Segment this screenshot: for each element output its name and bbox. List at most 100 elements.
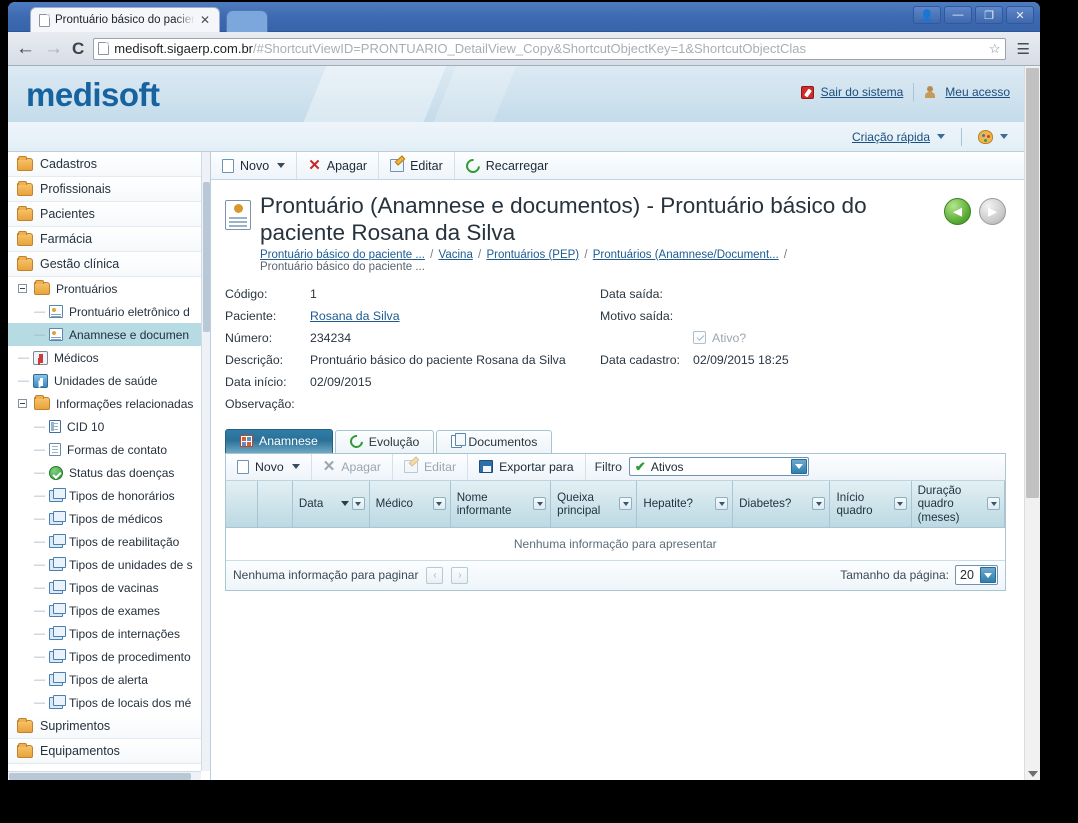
restore-button[interactable]: ❐ xyxy=(975,6,1003,24)
field-value[interactable]: Rosana da Silva xyxy=(310,309,400,323)
filter-select[interactable]: ✔ Ativos xyxy=(628,457,809,477)
sort-descending-icon[interactable] xyxy=(340,501,349,507)
logout-label[interactable]: Sair do sistema xyxy=(821,85,904,99)
column-header-queixa-principal[interactable]: Queixa principal xyxy=(550,480,638,528)
sidebar-item-tipos-de-unidades-de-s[interactable]: — Tipos de unidades de s xyxy=(8,553,201,576)
previous-record-button[interactable]: ◄ xyxy=(944,198,971,225)
breadcrumb-link[interactable]: Prontuário básico do paciente ... xyxy=(260,249,425,261)
column-menu-icon[interactable] xyxy=(533,497,547,511)
next-record-button[interactable]: ► xyxy=(979,198,1006,225)
chevron-down-icon[interactable] xyxy=(277,163,286,168)
delete-button[interactable]: ✕ Apagar xyxy=(297,152,380,179)
quick-create-menu[interactable]: Criação rápida xyxy=(852,130,945,144)
sidebar-item-profissionais[interactable]: Profissionais xyxy=(8,177,201,202)
column-menu-icon[interactable] xyxy=(432,497,446,511)
my-access-link[interactable]: Meu acesso xyxy=(924,85,1010,99)
scroll-down-icon[interactable] xyxy=(1028,771,1038,777)
sidebar-item-gest-o-cl-nica[interactable]: Gestão clínica xyxy=(8,252,201,277)
sidebar-item-tipos-de-interna-es[interactable]: — Tipos de internações xyxy=(8,622,201,645)
column-menu-icon[interactable] xyxy=(987,497,1000,511)
column-header-nome-informante[interactable]: Nome informante xyxy=(450,480,552,528)
chevron-down-icon[interactable] xyxy=(291,464,300,470)
column-header-hepatite[interactable]: Hepatite? xyxy=(636,480,734,528)
export-button[interactable]: Exportar para xyxy=(468,453,586,480)
breadcrumb-link[interactable]: Prontuários (Anamnese/Document... xyxy=(593,249,779,261)
close-icon[interactable]: ✕ xyxy=(200,14,210,26)
sidebar-item-tipos-de-locais-dos-m[interactable]: — Tipos de locais dos mé xyxy=(8,691,201,714)
page-scrollbar[interactable] xyxy=(1024,66,1040,780)
sidebar-vertical-scrollbar[interactable] xyxy=(201,152,210,771)
sidebar-item-farm-cia[interactable]: Farmácia xyxy=(8,227,201,252)
sidebar-item-equipamentos[interactable]: Equipamentos xyxy=(8,739,201,764)
sidebar-item-tipos-de-alerta[interactable]: — Tipos de alerta xyxy=(8,668,201,691)
sidebar-item-tipos-de-m-dicos[interactable]: — Tipos de médicos xyxy=(8,507,201,530)
new-tab-button[interactable] xyxy=(226,10,268,32)
column-menu-icon[interactable] xyxy=(812,497,826,511)
sidebar-item-tipos-de-procedimento[interactable]: — Tipos de procedimento xyxy=(8,645,201,668)
sidebar-item-m-dicos[interactable]: — Médicos xyxy=(8,346,201,369)
next-page-button[interactable]: › xyxy=(451,566,469,584)
column-header-in-cio-quadro[interactable]: Início quadro xyxy=(829,480,912,528)
sidebar-item-formas-de-contato[interactable]: — Formas de contato xyxy=(8,438,201,461)
sidebar-item-pacientes[interactable]: Pacientes xyxy=(8,202,201,227)
column-menu-icon[interactable] xyxy=(351,497,365,511)
column-menu-icon[interactable] xyxy=(893,497,907,511)
column-header-dura-o-quadro-meses[interactable]: Duração quadro (meses) xyxy=(911,480,1006,528)
column-menu-icon[interactable] xyxy=(619,497,633,511)
browser-tab[interactable]: Prontuário básico do paciente ✕ xyxy=(30,7,220,32)
sidebar-item-tipos-de-vacinas[interactable]: — Tipos de vacinas xyxy=(8,576,201,599)
chevron-down-icon[interactable] xyxy=(790,459,807,475)
breadcrumb-link[interactable]: Vacina xyxy=(439,249,473,261)
sidebar-item-cid-10[interactable]: — CID 10 xyxy=(8,415,201,438)
minimize-button[interactable]: — xyxy=(944,6,972,24)
sidebar-horizontal-scrollbar[interactable] xyxy=(8,771,201,780)
sidebar-item-anamnese-e-documen[interactable]: — Anamnese e documen xyxy=(8,323,201,346)
sidebar-item-unidades-de-sa-de[interactable]: — Unidades de saúde xyxy=(8,369,201,392)
logout-link[interactable]: Sair do sistema xyxy=(800,85,904,99)
sidebar-vertical-scroll-thumb[interactable] xyxy=(203,182,210,332)
active-checkbox[interactable] xyxy=(693,331,706,345)
sidebar-item-tipos-de-honor-rios[interactable]: — Tipos de honorários xyxy=(8,484,201,507)
close-window-button[interactable]: ✕ xyxy=(1006,6,1034,24)
back-icon[interactable]: ← xyxy=(16,38,35,60)
sidebar-item-tipos-de-reabilita-o[interactable]: — Tipos de reabilitação xyxy=(8,530,201,553)
collapse-icon[interactable] xyxy=(18,284,27,293)
tab-anamnese[interactable]: Anamnese xyxy=(225,428,333,453)
column-header-diabetes[interactable]: Diabetes? xyxy=(732,480,831,528)
grid-new-button[interactable]: Novo xyxy=(226,453,312,480)
edit-button[interactable]: Editar xyxy=(379,152,455,179)
sidebar-item-tipos-de-exames[interactable]: — Tipos de exames xyxy=(8,599,201,622)
reload-icon[interactable]: C xyxy=(72,39,84,59)
tab-evolu-o[interactable]: Evolução xyxy=(334,429,435,453)
grid-delete-button[interactable]: ✕ Apagar xyxy=(312,453,393,480)
forward-icon[interactable]: → xyxy=(44,38,63,60)
theme-menu[interactable] xyxy=(978,129,1008,144)
column-menu-icon[interactable] xyxy=(715,497,729,511)
page-size-select[interactable]: 20 xyxy=(955,565,998,586)
column-header-m-dico[interactable]: Médico xyxy=(369,480,451,528)
grid-edit-button[interactable]: Editar xyxy=(393,453,469,480)
reload-button[interactable]: Recarregar xyxy=(455,152,560,179)
sidebar-item-cadastros[interactable]: Cadastros xyxy=(8,152,201,177)
collapse-icon[interactable] xyxy=(18,399,27,408)
previous-page-button[interactable]: ‹ xyxy=(426,566,444,584)
chevron-down-icon[interactable] xyxy=(980,567,996,584)
sidebar-item-prontu-rios[interactable]: Prontuários xyxy=(8,277,201,300)
column-header-data[interactable]: Data xyxy=(292,480,370,528)
sidebar-item-informa-es-relacionadas[interactable]: Informações relacionadas xyxy=(8,392,201,415)
quick-create-label[interactable]: Criação rápida xyxy=(852,130,930,144)
field-value-link[interactable]: Rosana da Silva xyxy=(310,309,400,323)
page-scroll-thumb[interactable] xyxy=(1026,68,1039,498)
tab-documentos[interactable]: Documentos xyxy=(436,429,553,453)
sidebar-item-status-das-doen-as[interactable]: — Status das doenças xyxy=(8,461,201,484)
breadcrumb-link[interactable]: Prontuários (PEP) xyxy=(486,249,579,261)
sidebar-item-suprimentos[interactable]: Suprimentos xyxy=(8,714,201,739)
sidebar-item-prontu-rio-eletr-nico-d[interactable]: — Prontuário eletrônico d xyxy=(8,300,201,323)
sidebar-horizontal-scroll-thumb[interactable] xyxy=(9,773,191,780)
address-bar[interactable]: medisoft.sigaerp.com.br/#ShortcutViewID=… xyxy=(93,37,1006,60)
bookmark-star-icon[interactable]: ☆ xyxy=(989,41,1001,57)
user-account-button[interactable]: 👤 xyxy=(913,6,941,24)
browser-menu-icon[interactable]: ☰ xyxy=(1015,40,1032,58)
new-button[interactable]: Novo xyxy=(211,152,298,179)
my-access-label[interactable]: Meu acesso xyxy=(945,85,1010,99)
